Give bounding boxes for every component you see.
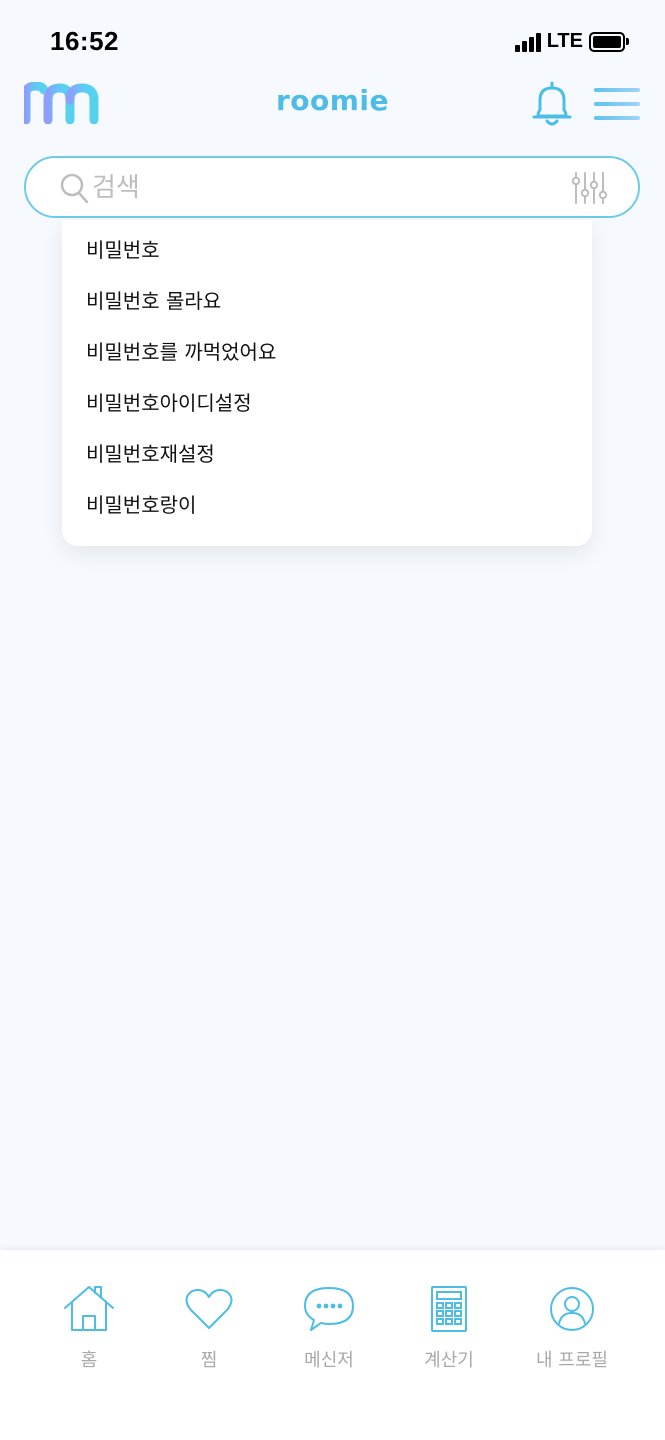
suggestion-item[interactable]: 비밀번호 [62, 228, 592, 279]
suggestion-item[interactable]: 비밀번호랑이 [62, 483, 592, 534]
nav-label: 계산기 [424, 1350, 474, 1371]
suggestion-item[interactable]: 비밀번호 몰라요 [62, 279, 592, 330]
calculator-icon [389, 1284, 509, 1334]
notification-bell-icon[interactable] [530, 80, 574, 130]
bottom-nav: 홈 찜 메신저 계산기 내 프로필 [0, 1250, 665, 1440]
search-bar[interactable] [24, 156, 640, 218]
nav-item-messenger[interactable]: 메신저 [269, 1284, 389, 1372]
hamburger-menu-icon[interactable] [592, 86, 642, 122]
chat-icon [269, 1284, 389, 1334]
search-suggestions: 비밀번호 비밀번호 몰라요 비밀번호를 까먹었어요 비밀번호아이디설정 비밀번호… [62, 220, 592, 546]
status-time: 16:52 [50, 26, 119, 56]
search-input[interactable] [92, 170, 562, 206]
profile-icon [512, 1284, 632, 1334]
suggestion-item[interactable]: 비밀번호아이디설정 [62, 381, 592, 432]
nav-label: 찜 [200, 1350, 218, 1371]
signal-icon [514, 32, 541, 52]
network-label: LTE [546, 30, 583, 52]
nav-item-home[interactable]: 홈 [29, 1284, 149, 1372]
filter-icon[interactable] [571, 171, 608, 205]
nav-item-profile[interactable]: 내 프로필 [512, 1284, 632, 1372]
status-bar: 16:52 LTE [0, 0, 665, 80]
nav-label: 메신저 [304, 1350, 354, 1371]
heart-icon [149, 1284, 269, 1334]
battery-icon [589, 31, 629, 52]
nav-label: 내 프로필 [536, 1350, 608, 1371]
suggestion-item[interactable]: 비밀번호재설정 [62, 432, 592, 483]
search-icon [60, 173, 90, 205]
home-icon [29, 1284, 149, 1334]
nav-item-calculator[interactable]: 계산기 [389, 1284, 509, 1372]
status-indicators: LTE [514, 30, 629, 53]
suggestion-item[interactable]: 비밀번호를 까먹었어요 [62, 330, 592, 381]
nav-label: 홈 [80, 1350, 98, 1371]
nav-item-favorites[interactable]: 찜 [149, 1284, 269, 1372]
